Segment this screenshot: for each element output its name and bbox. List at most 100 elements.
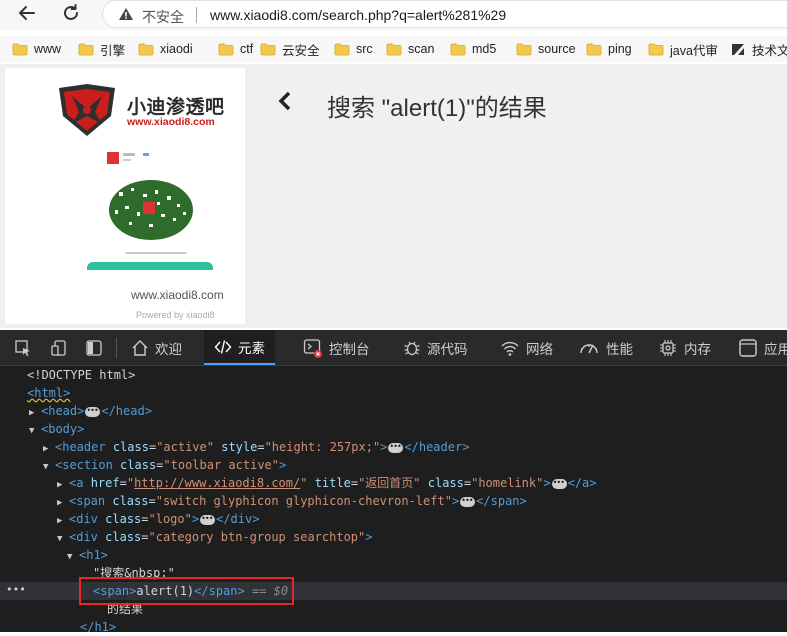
bookmark-item[interactable]: java代审 [648, 40, 718, 58]
tab-performance-label: 性能 [606, 341, 633, 357]
folder-icon [586, 43, 602, 55]
url-bar[interactable]: 不安全 www.xiaodi8.com/search.php?q=alert%2… [102, 0, 787, 28]
window-icon [739, 338, 757, 357]
tab-welcome[interactable]: 欢迎 [131, 330, 182, 365]
logo-title: 小迪渗透吧 [127, 97, 225, 118]
tab-network[interactable]: 网络 [500, 330, 553, 365]
tab-memory[interactable]: 内存 [658, 330, 711, 365]
tab-sources-label: 源代码 [427, 341, 468, 357]
dom-h1[interactable]: ▼ <h1> [67, 546, 108, 564]
chevron-left-icon[interactable] [276, 90, 294, 112]
bookmark-item[interactable]: 技术文 [730, 40, 787, 58]
folder-icon [648, 43, 664, 55]
folder-icon [12, 43, 28, 55]
dom-html[interactable]: <html> [27, 384, 70, 402]
url-separator [196, 7, 197, 23]
qr-code-image [107, 152, 193, 254]
url-text[interactable]: www.xiaodi8.com/search.php?q=alert%281%2… [210, 7, 506, 23]
bookmark-item[interactable]: ctf [218, 40, 253, 58]
inspect-icon[interactable] [14, 339, 32, 357]
tab-welcome-label: 欢迎 [155, 341, 182, 357]
dom-div-category[interactable]: ▼ <div class="category btn-group searchto… [57, 528, 372, 546]
dom-body[interactable]: ▼ <body> [29, 420, 84, 438]
dom-section[interactable]: ▼ <section class="toolbar active"> [43, 456, 286, 474]
bookmark-label: 技术文 [752, 43, 787, 58]
qr-card-bar [87, 262, 213, 270]
dom-head[interactable]: ▶<head></head> [29, 402, 152, 420]
folder-icon [450, 43, 466, 55]
dom-div-logo[interactable]: ▶<div class="logo"></div> [57, 510, 259, 528]
tab-memory-label: 内存 [684, 341, 711, 357]
bookmark-item[interactable]: xiaodi [138, 40, 193, 58]
dom-a-homelink[interactable]: ▶ <a href="http://www.xiaodi8.com/" title… [57, 474, 597, 492]
bookmark-label: md5 [472, 42, 497, 56]
bookmark-item[interactable]: src [334, 40, 373, 58]
bookmark-label: src [356, 42, 373, 56]
bookmark-item[interactable]: scan [386, 40, 434, 58]
tab-application[interactable]: 应用 [738, 330, 787, 365]
node-menu-dots[interactable]: ••• [6, 582, 26, 598]
back-arrow-icon[interactable] [14, 2, 40, 26]
folder-icon [386, 43, 402, 55]
bookmark-label: ctf [240, 42, 254, 56]
collapsed-ellipsis-icon[interactable] [85, 402, 101, 420]
home-icon [132, 339, 148, 356]
bookmark-item[interactable]: 引擎 [78, 40, 125, 58]
bookmark-label: 云安全 [282, 43, 320, 58]
dom-header[interactable]: ▶ <header class="active" style="height: 2… [43, 438, 469, 456]
dom-href-link[interactable]: http://www.xiaodi8.com/ [134, 476, 300, 490]
insecure-label[interactable]: 不安全 [142, 7, 184, 27]
tab-console-label: 控制台 [329, 341, 370, 357]
tab-console[interactable]: 控制台 [303, 330, 370, 365]
bookmark-item[interactable]: www [12, 40, 61, 58]
bookmark-label: 引擎 [100, 43, 126, 58]
bookmark-item[interactable]: md5 [450, 40, 496, 58]
address-row: 不安全 www.xiaodi8.com/search.php?q=alert%2… [0, 0, 787, 30]
doc-icon [732, 43, 744, 55]
bookmark-item[interactable]: 云安全 [260, 40, 320, 58]
folder-icon [78, 43, 94, 55]
elements-panel: ••• <!DOCTYPE html> <html> ▶<head></head… [0, 366, 787, 634]
tab-performance[interactable]: 性能 [578, 330, 633, 365]
tab-sources[interactable]: 源代码 [403, 330, 468, 365]
site-url: www.xiaodi8.com [131, 288, 224, 302]
gauge-icon [580, 343, 598, 353]
console-icon [303, 338, 322, 358]
tab-network-label: 网络 [526, 341, 553, 357]
logo-shield-icon[interactable] [55, 82, 119, 138]
folder-icon [218, 43, 234, 55]
dom-span-chevron[interactable]: ▶ <span class="switch glyphicon glyphicon… [57, 492, 527, 510]
bookmarks-bar: www 引擎 xiaodi ctf 云安全 src scan md5 source ping jav… [0, 36, 787, 62]
powered-by: Powered by xiaodi8 [136, 310, 215, 320]
warning-icon[interactable] [118, 7, 134, 21]
bookmark-label: scan [408, 42, 435, 56]
red-highlight-box [79, 577, 294, 605]
collapsed-ellipsis-icon[interactable] [460, 492, 476, 510]
collapsed-ellipsis-icon[interactable] [388, 438, 404, 456]
folder-icon [334, 43, 350, 55]
dom-h1-close[interactable]: </h1> [80, 618, 116, 636]
device-emulation-icon[interactable] [50, 339, 68, 357]
bookmark-label: www [34, 42, 62, 56]
logo-card: 小迪渗透吧 www.xiaodi8.com www.xiaodi8.com Po… [5, 68, 245, 324]
tab-elements-label: 元素 [238, 340, 265, 356]
bug-icon [404, 341, 420, 355]
bookmark-label: source [538, 42, 576, 56]
logo-url: www.xiaodi8.com [127, 116, 215, 128]
dom-doctype[interactable]: <!DOCTYPE html> [27, 366, 135, 384]
collapsed-ellipsis-icon[interactable] [551, 474, 567, 492]
tab-application-label: 应用 [764, 341, 787, 357]
folder-icon [516, 43, 532, 55]
wifi-icon [501, 341, 519, 356]
bookmark-item[interactable]: ping [586, 40, 632, 58]
bookmark-item[interactable]: source [516, 40, 576, 58]
dock-panel-icon[interactable] [85, 339, 103, 357]
reload-icon[interactable] [58, 2, 84, 26]
folder-icon [138, 43, 154, 55]
bookmark-label: java代审 [670, 43, 718, 58]
code-icon [214, 339, 232, 354]
chip-icon [660, 339, 676, 356]
tab-elements[interactable]: 元素 [204, 330, 275, 365]
toolbar-separator [116, 338, 117, 358]
collapsed-ellipsis-icon[interactable] [200, 510, 216, 528]
